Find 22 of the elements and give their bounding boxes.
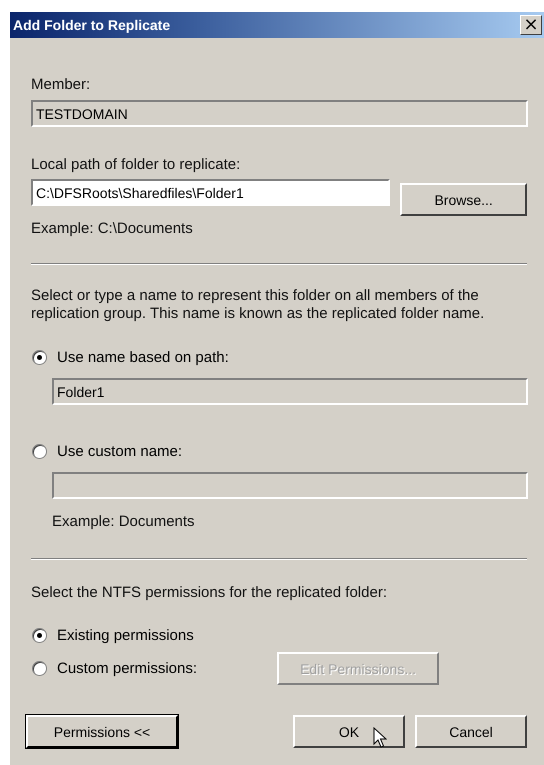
- browse-button[interactable]: Browse...: [400, 183, 527, 216]
- radio-label[interactable]: Existing permissions: [57, 627, 194, 644]
- mouse-pointer-icon: [373, 727, 387, 749]
- text-field[interactable]: C:\DFSRoots\Sharedfiles\Folder1: [31, 179, 390, 206]
- radio-label[interactable]: Use custom name:: [57, 443, 182, 460]
- radio-button[interactable]: [32, 661, 47, 676]
- example-text: Example: Documents: [52, 513, 196, 530]
- description-text: Select or type a name to represent this folder on all members of the replication group. This name is known as the replicated folder name.: [31, 287, 486, 323]
- dialog-button[interactable]: Cancel: [415, 715, 527, 748]
- example-text: Example: C:\Documents: [31, 220, 194, 237]
- window-title: Add Folder to Replicate: [13, 17, 170, 33]
- description-text: Select the NTFS permissions for the replicated folder:: [31, 584, 388, 601]
- radio-label[interactable]: Use name based on path:: [57, 349, 229, 366]
- radio-label[interactable]: Custom permissions:: [57, 660, 198, 677]
- radio-button[interactable]: [32, 628, 47, 643]
- radio-button[interactable]: [32, 444, 47, 459]
- dialog-button[interactable]: Permissions <<: [26, 715, 178, 748]
- field-label: Local path of folder to replicate:: [31, 156, 242, 173]
- dialog-button[interactable]: OK: [293, 715, 405, 748]
- close-button[interactable]: ×: [520, 15, 542, 35]
- radio-button[interactable]: [32, 350, 47, 365]
- field-label: Member:: [31, 76, 92, 93]
